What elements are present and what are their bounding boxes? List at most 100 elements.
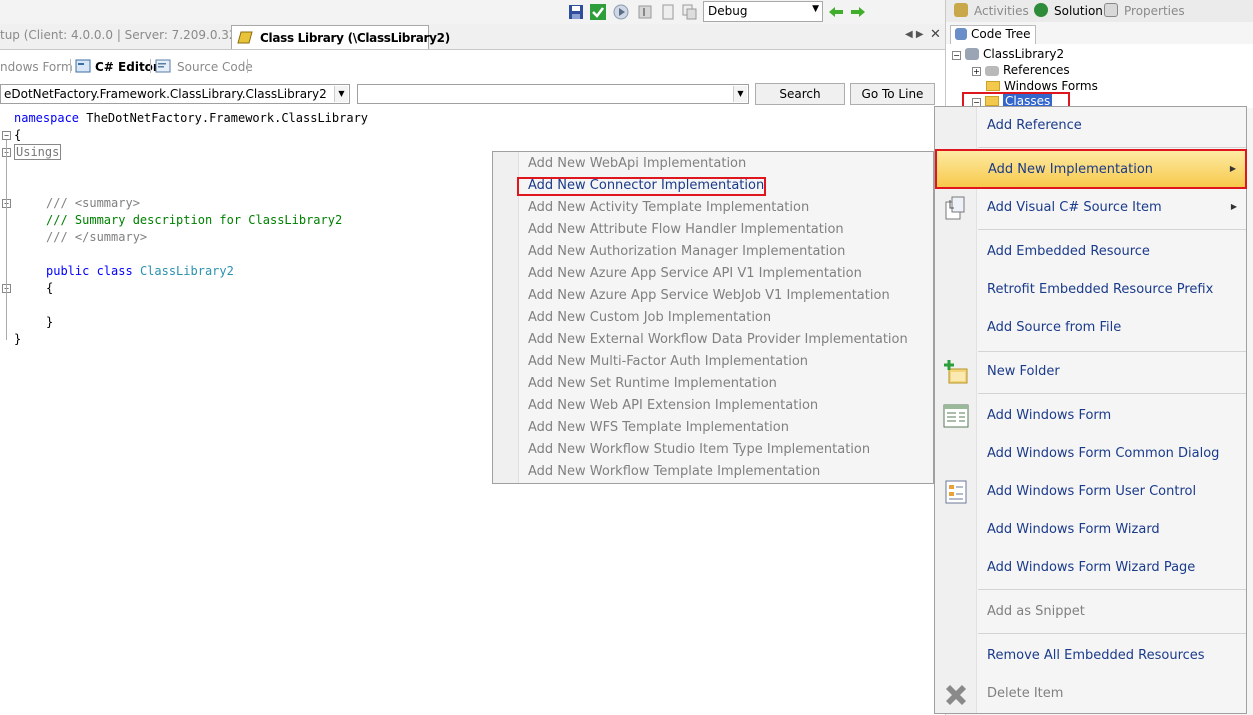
class-select[interactable]: eDotNetFactory.Framework.ClassLibrary.Cl… [0, 84, 350, 104]
usings-region[interactable]: Usings [14, 144, 62, 160]
submenu-item-wfs-template[interactable]: Add New WFS Template Implementation [528, 420, 789, 435]
menu-item-add-new-implementation[interactable]: Add New Implementation ▶ [935, 149, 1247, 189]
editor-view-tabs: ndows Form C# Editor Source Code [0, 53, 945, 79]
document-icon[interactable] [660, 4, 676, 20]
menu-item-add-reference[interactable]: Add Reference [936, 107, 1246, 145]
submenu-item-external-workflow-data-provider[interactable]: Add New External Workflow Data Provider … [528, 332, 908, 347]
menu-separator [978, 633, 1246, 634]
menu-item-retrofit-embedded-resource-prefix[interactable]: Retrofit Embedded Resource Prefix [936, 271, 1246, 309]
menu-separator [978, 589, 1246, 590]
submenu-item-workflow-template[interactable]: Add New Workflow Template Implementation [528, 464, 820, 479]
tab-divider [247, 59, 248, 73]
submenu-item-azure-webjob-v1[interactable]: Add New Azure App Service WebJob V1 Impl… [528, 288, 890, 303]
tree-node-label: Windows Forms [1004, 79, 1098, 93]
tree-node-root[interactable]: − ClassLibrary2 [952, 47, 1064, 61]
tab-windows-form[interactable]: ndows Form [0, 60, 73, 74]
tab-source-code[interactable]: Source Code [177, 60, 253, 74]
tree-node-references[interactable]: + References [972, 63, 1070, 77]
submenu-item-web-api-extension[interactable]: Add New Web API Extension Implementation [528, 398, 818, 413]
back-arrow-icon[interactable] [828, 4, 844, 20]
save-icon[interactable] [568, 4, 584, 20]
comment-prefix: /// [46, 230, 75, 244]
references-icon [985, 66, 999, 76]
submenu-item-authorization-manager[interactable]: Add New Authorization Manager Implementa… [528, 244, 845, 259]
go-to-line-button[interactable]: Go To Line [850, 83, 935, 105]
fold-collapse-icon[interactable]: − [2, 131, 11, 140]
tab-startup[interactable]: tup (Client: 4.0.0.0 | Server: 7.209.0.3… [0, 28, 264, 42]
comment-tag: <summary> [74, 196, 140, 210]
document-tab-strip: tup (Client: 4.0.0.0 | Server: 7.209.0.3… [0, 24, 945, 50]
class-name: ClassLibrary2 [139, 264, 234, 278]
submenu-item-workflow-studio-item-type[interactable]: Add New Workflow Studio Item Type Implem… [528, 442, 870, 457]
menu-item-add-windows-form[interactable]: Add Windows Form [936, 397, 1246, 435]
fold-guide [6, 140, 7, 340]
check-icon[interactable] [590, 4, 606, 20]
tab-divider [150, 59, 151, 73]
member-select[interactable]: ▼ [357, 84, 749, 104]
comment-tag: </summary> [74, 230, 148, 244]
submenu-arrow-icon: ▶ [1230, 202, 1237, 211]
submenu-arrow-icon: ▶ [1229, 164, 1236, 173]
submenu-item-activity-template[interactable]: Add New Activity Template Implementation [528, 200, 809, 215]
menu-item-remove-all-embedded-resources[interactable]: Remove All Embedded Resources [936, 637, 1246, 675]
close-icon[interactable]: ✕ [930, 27, 941, 42]
debug-config-select[interactable]: Debug ▼ [703, 1, 823, 22]
menu-item-delete-item[interactable]: Delete Item [936, 675, 1246, 713]
tab-class-library[interactable]: Class Library (\ClassLibrary2) [231, 25, 450, 49]
forward-arrow-icon[interactable] [850, 4, 866, 20]
windows-form-icon [943, 404, 969, 428]
submenu-item-set-runtime[interactable]: Add New Set Runtime Implementation [528, 376, 777, 391]
submenu-item-custom-job[interactable]: Add New Custom Job Implementation [528, 310, 771, 325]
implementation-submenu: Add New WebApi Implementation Add New Co… [492, 151, 934, 484]
submenu-item-connector[interactable]: Add New Connector Implementation [528, 178, 764, 193]
menu-item-add-windows-form-common-dialog[interactable]: Add Windows Form Common Dialog [936, 435, 1246, 473]
menu-item-add-windows-form-user-control[interactable]: Add Windows Form User Control [936, 473, 1246, 511]
code-line-3: Usings [14, 144, 62, 161]
menu-item-add-windows-form-wizard[interactable]: Add Windows Form Wizard [936, 511, 1246, 549]
tree-node-label: ClassLibrary2 [983, 47, 1065, 61]
copy-icon[interactable] [682, 4, 698, 20]
menu-item-label: Add Reference [987, 118, 1082, 133]
tree-node-windows-forms[interactable]: Windows Forms [986, 79, 1098, 93]
tab-solution-label: Solution [1054, 4, 1103, 18]
menu-item-label: New Folder [987, 364, 1060, 379]
tab-properties-label: Properties [1124, 4, 1185, 18]
submenu-item-multi-factor-auth[interactable]: Add New Multi-Factor Auth Implementation [528, 354, 808, 369]
tab-divider [70, 59, 71, 73]
menu-item-add-embedded-resource[interactable]: Add Embedded Resource [936, 233, 1246, 271]
comment-prefix: /// [46, 196, 75, 210]
tree-expand-icon[interactable]: + [972, 67, 981, 76]
tab-scroll-arrows[interactable]: ◀ ▶ [905, 29, 924, 40]
menu-item-label: Delete Item [987, 686, 1064, 701]
menu-item-label: Add as Snippet [987, 604, 1085, 619]
class-library-icon [237, 31, 253, 44]
menu-item-add-visual-csharp-source-item[interactable]: Add Visual C# Source Item ▶ [936, 189, 1246, 227]
menu-item-new-folder[interactable]: New Folder [936, 353, 1246, 391]
submenu-icon-gutter [493, 152, 519, 483]
code-line-5: /// Summary description for ClassLibrary… [46, 213, 343, 227]
submenu-item-azure-api-v1[interactable]: Add New Azure App Service API V1 Impleme… [528, 266, 862, 281]
menu-item-add-windows-form-wizard-page[interactable]: Add Windows Form Wizard Page [936, 549, 1246, 587]
search-button[interactable]: Search [755, 83, 845, 105]
menu-item-label: Add Windows Form Common Dialog [987, 446, 1220, 461]
submenu-item-webapi[interactable]: Add New WebApi Implementation [528, 156, 746, 171]
menu-item-label: Add New Implementation [988, 162, 1154, 177]
keyword: namespace [14, 111, 80, 125]
menu-item-add-source-from-file[interactable]: Add Source from File [936, 309, 1246, 347]
tab-code-tree[interactable]: Code Tree [950, 25, 1036, 45]
menu-separator [978, 229, 1246, 230]
menu-item-add-as-snippet[interactable]: Add as Snippet [936, 593, 1246, 631]
tree-collapse-icon[interactable]: − [952, 51, 961, 60]
panel-tab-strip: Activities Solution Properties [946, 0, 1253, 22]
class-select-value: eDotNetFactory.Framework.ClassLibrary.Cl… [4, 87, 327, 101]
project-icon [965, 48, 979, 60]
tab-activities[interactable]: Activities [954, 3, 1029, 18]
submenu-item-attribute-flow-handler[interactable]: Add New Attribute Flow Handler Implement… [528, 222, 844, 237]
menu-item-label: Add Windows Form [987, 408, 1112, 423]
properties-icon [1104, 3, 1118, 17]
run-icon[interactable] [613, 4, 629, 20]
tab-properties[interactable]: Properties [1104, 3, 1185, 18]
tab-class-library-label: Class Library (\ClassLibrary2) [260, 31, 450, 45]
step-icon[interactable] [637, 4, 653, 20]
tab-solution[interactable]: Solution [1034, 3, 1103, 18]
